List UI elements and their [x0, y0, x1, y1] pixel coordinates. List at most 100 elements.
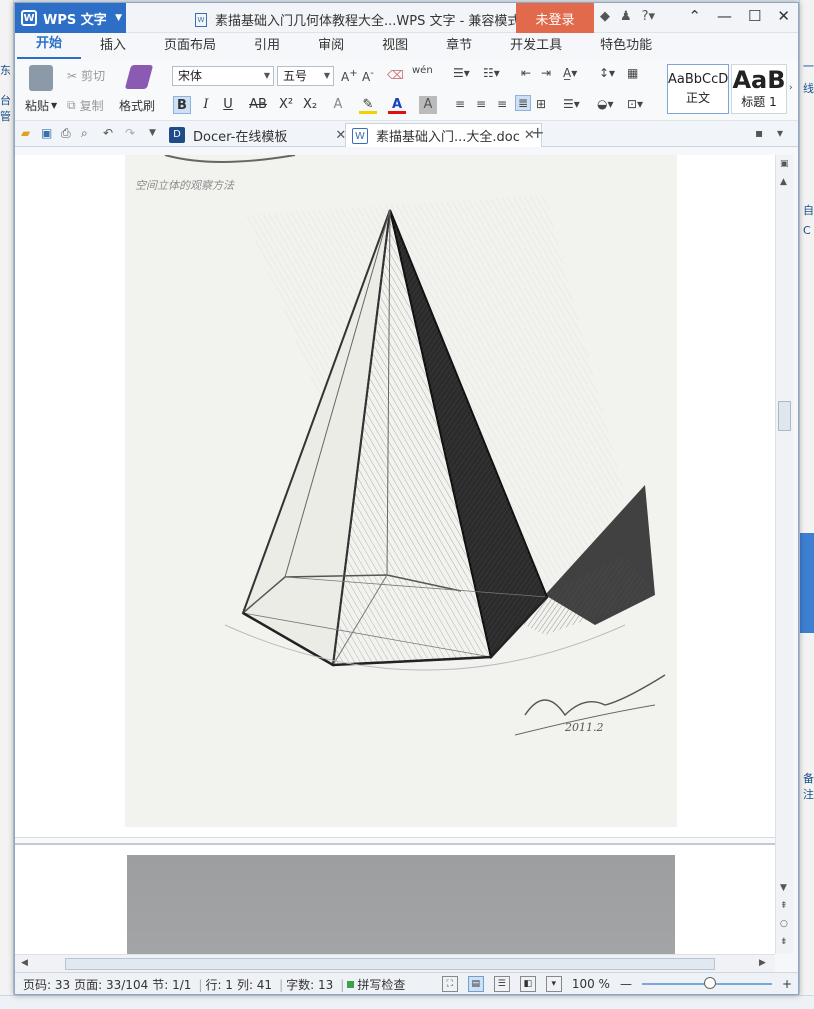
reading-view-icon[interactable]: ▾: [545, 976, 562, 992]
decrease-indent-icon[interactable]: ⇤: [521, 66, 531, 80]
skin-icon[interactable]: ◆: [600, 9, 610, 24]
maximize-icon[interactable]: ☐: [748, 7, 761, 25]
vertical-scroll-thumb[interactable]: [778, 401, 791, 431]
align-right-icon[interactable]: ≡: [497, 97, 507, 111]
browse-object-icon[interactable]: ○: [780, 919, 788, 929]
chevron-right-icon[interactable]: ›: [789, 83, 793, 93]
fullscreen-view-icon[interactable]: ⛶: [441, 976, 458, 992]
increase-indent-icon[interactable]: ⇥: [541, 66, 551, 80]
app-menu-button[interactable]: W WPS 文字 ▼: [15, 3, 126, 33]
tab-menu-icon[interactable]: ▾: [777, 126, 783, 140]
next-page-icon[interactable]: ⇟: [780, 937, 788, 947]
font-size-select[interactable]: 五号 ▼: [277, 66, 334, 86]
bold-icon[interactable]: B: [173, 96, 191, 114]
close-icon[interactable]: ✕: [777, 7, 790, 25]
scroll-left-icon[interactable]: ◀: [21, 958, 28, 968]
tab-page-layout[interactable]: 页面布局: [145, 30, 235, 59]
style-preview: AaB: [732, 66, 786, 94]
text-direction-icon[interactable]: A̲▾: [563, 66, 577, 80]
italic-icon[interactable]: I: [197, 96, 215, 114]
prev-page-icon[interactable]: ⇞: [780, 901, 788, 911]
bullet-list-icon[interactable]: ☰▾: [453, 66, 470, 80]
spell-check-toggle[interactable]: 拼写检查: [347, 976, 405, 993]
web-view-icon[interactable]: ◧: [519, 976, 536, 992]
print-preview-icon[interactable]: ⌕: [81, 126, 88, 141]
help-icon[interactable]: ?▾: [642, 9, 655, 24]
new-tab-icon[interactable]: +: [531, 123, 544, 142]
paste-button[interactable]: 粘贴 ▼: [25, 97, 57, 114]
style-heading-1[interactable]: AaB 标题 1: [731, 64, 787, 114]
collapse-ribbon-icon[interactable]: ⌃: [688, 7, 701, 25]
doc-tab-docer[interactable]: D Docer-在线模板 ✕: [163, 123, 352, 147]
minimize-icon[interactable]: —: [717, 7, 732, 25]
login-button[interactable]: 未登录: [516, 3, 594, 33]
chevron-down-icon: ▼: [263, 71, 270, 80]
format-painter-icon[interactable]: [124, 65, 154, 89]
tab-list-icon[interactable]: ▪: [755, 126, 763, 140]
tab-insert[interactable]: 插入: [81, 30, 145, 59]
document-canvas[interactable]: 空间立体的观察方法 2011.2: [15, 155, 775, 954]
tab-view[interactable]: 视图: [363, 30, 427, 59]
line-spacing-icon[interactable]: ☰▾: [563, 97, 580, 111]
scroll-right-icon[interactable]: ▶: [759, 958, 766, 968]
shirt-icon[interactable]: ♟: [620, 9, 632, 24]
undo-icon[interactable]: ↶: [103, 126, 113, 140]
zoom-slider[interactable]: [641, 977, 772, 989]
tab-special[interactable]: 特色功能: [581, 30, 671, 59]
superscript-icon[interactable]: X²: [277, 96, 295, 114]
window-title: W 素描基础入门几何体教程大全...WPS 文字 - 兼容模式: [195, 10, 520, 29]
char-shading-icon[interactable]: A: [419, 96, 437, 114]
tab-references[interactable]: 引用: [235, 30, 299, 59]
pinyin-icon[interactable]: wén: [412, 65, 433, 76]
sketch-signature-date: 2011.2: [565, 721, 604, 734]
doc-tab-current[interactable]: W 素描基础入门...大全.doc ✕: [345, 123, 542, 147]
chevron-down-icon[interactable]: ▼: [149, 128, 156, 138]
page-view-icon[interactable]: ▤: [467, 976, 484, 992]
font-name-select[interactable]: 宋体 ▼: [172, 66, 274, 86]
redo-icon[interactable]: ↷: [125, 126, 135, 140]
horizontal-scroll-thumb[interactable]: [65, 958, 715, 970]
save-icon[interactable]: ▣: [41, 126, 52, 140]
shrink-font-icon[interactable]: A-: [362, 68, 374, 84]
grow-font-icon[interactable]: A+: [341, 68, 358, 84]
scroll-up-icon[interactable]: ▲: [780, 177, 787, 187]
open-icon[interactable]: ▰: [21, 126, 30, 140]
tab-review[interactable]: 审阅: [299, 30, 363, 59]
table-icon[interactable]: ▦: [627, 66, 638, 80]
subscript-icon[interactable]: X₂: [301, 96, 319, 114]
paste-icon[interactable]: [29, 65, 53, 91]
text-effect-icon[interactable]: A: [329, 96, 347, 114]
numbered-list-icon[interactable]: ☷▾: [483, 66, 500, 80]
copy-button[interactable]: ⧉ 复制: [67, 97, 104, 114]
tab-section[interactable]: 章节: [427, 30, 491, 59]
scroll-down-icon[interactable]: ▼: [780, 883, 787, 893]
status-page-count[interactable]: 页面: 33/104: [74, 976, 148, 993]
style-normal[interactable]: AaBbCcD 正文: [667, 64, 729, 114]
clear-format-icon[interactable]: ⌫: [387, 68, 404, 82]
zoom-level[interactable]: 100 %: [572, 977, 610, 991]
outline-view-icon[interactable]: ☰: [493, 976, 510, 992]
border-icon[interactable]: ⊡▾: [627, 97, 643, 111]
zoom-slider-handle[interactable]: [703, 977, 716, 989]
split-view-icon[interactable]: ▣: [780, 159, 789, 169]
zoom-in-icon[interactable]: +: [782, 977, 792, 991]
underline-icon[interactable]: U: [219, 96, 237, 114]
cut-label: 剪切: [81, 69, 106, 83]
sort-icon[interactable]: ↕▾: [599, 66, 615, 80]
strikethrough-icon[interactable]: AB: [247, 96, 269, 114]
horizontal-scrollbar[interactable]: ◀ ▶: [15, 954, 775, 972]
shading-icon[interactable]: ◒▾: [597, 97, 614, 111]
align-left-icon[interactable]: ≡: [455, 97, 465, 111]
distribute-icon[interactable]: ⊞: [536, 97, 546, 111]
align-center-icon[interactable]: ≡: [476, 97, 486, 111]
zoom-out-icon[interactable]: —: [620, 977, 632, 991]
tab-developer[interactable]: 开发工具: [491, 30, 581, 59]
justify-icon[interactable]: ≣: [515, 95, 532, 111]
print-icon[interactable]: ⎙: [61, 126, 71, 141]
highlight-icon[interactable]: ✎: [359, 96, 377, 114]
cut-button[interactable]: ✂ 剪切: [67, 67, 105, 84]
format-painter-button[interactable]: 格式刷: [119, 97, 155, 114]
status-word-count[interactable]: 字数: 13: [286, 976, 333, 993]
vertical-scrollbar[interactable]: ▣ ▲ ▼ ⇞ ○ ⇟: [775, 155, 793, 954]
font-color-icon[interactable]: A: [388, 96, 406, 114]
